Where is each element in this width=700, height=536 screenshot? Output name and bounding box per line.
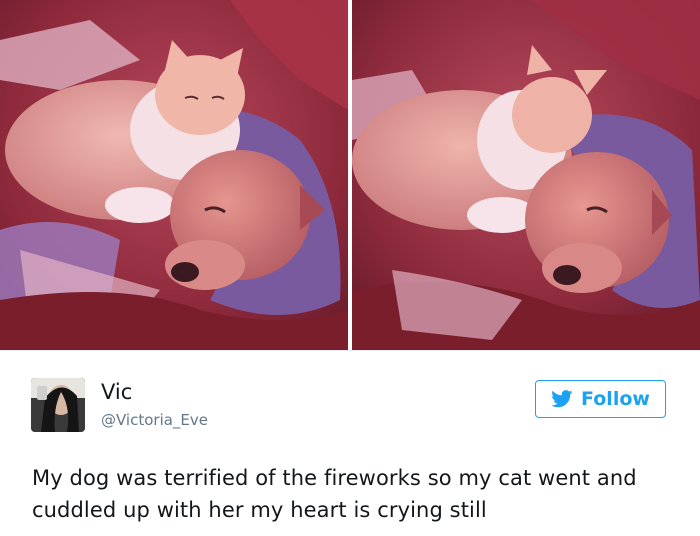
- tweet-media: [0, 0, 700, 352]
- twitter-bird-icon: [551, 390, 573, 408]
- media-divider: [0, 350, 700, 351]
- author-handle[interactable]: @Victoria_Eve: [101, 410, 208, 430]
- tweet-text: My dog was terrified of the fireworks so…: [32, 466, 637, 522]
- avatar-image: [31, 378, 85, 432]
- cat-dog-photo-image: [352, 0, 700, 350]
- avatar[interactable]: [31, 378, 85, 432]
- follow-button-label: Follow: [581, 388, 650, 410]
- cat-dog-photo-image: [0, 0, 348, 350]
- author-display-name[interactable]: Vic: [101, 380, 132, 404]
- tweet-photo-1[interactable]: [0, 0, 348, 350]
- follow-button[interactable]: Follow: [535, 380, 666, 418]
- tweet-photo-2[interactable]: [352, 0, 700, 350]
